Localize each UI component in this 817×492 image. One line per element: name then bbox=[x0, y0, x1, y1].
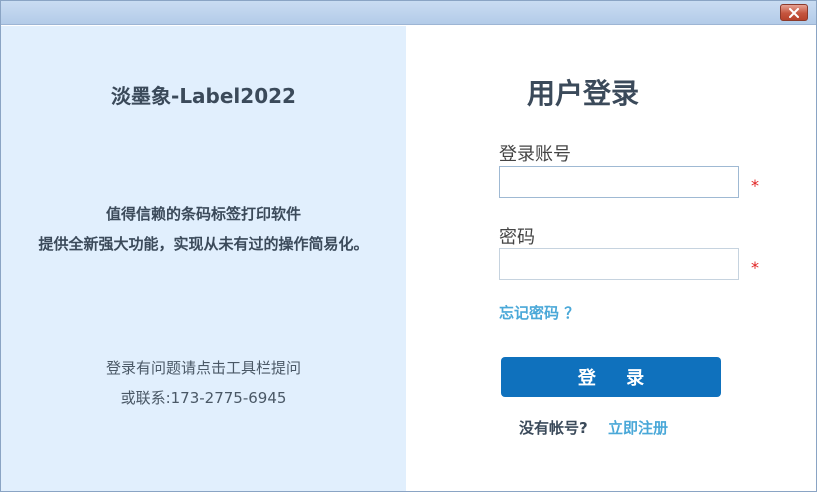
tagline-primary: 值得信赖的条码标签打印软件 bbox=[105, 205, 301, 223]
title-bar[interactable] bbox=[1, 1, 816, 25]
register-link[interactable]: 立即注册 bbox=[608, 417, 668, 438]
login-panel: 用户登录 登录账号 * 密码 * 忘记密码 ？ 登 录 没有帐号? 立即注册 bbox=[406, 26, 816, 491]
password-required-mark: * bbox=[751, 258, 759, 277]
password-label: 密码 bbox=[499, 227, 535, 248]
forgot-password-link[interactable]: 忘记密码 ？ bbox=[499, 302, 579, 323]
info-panel: 淡墨象-Label2022 值得信赖的条码标签打印软件 提供全新强大功能，实现从… bbox=[1, 26, 406, 491]
app-title: 淡墨象-Label2022 bbox=[111, 84, 296, 108]
password-input[interactable] bbox=[499, 248, 739, 280]
no-account-text: 没有帐号? bbox=[519, 419, 588, 437]
login-button[interactable]: 登 录 bbox=[501, 357, 721, 397]
tagline-secondary: 提供全新强大功能，实现从未有过的操作简易化。 bbox=[38, 235, 369, 253]
login-title: 用户登录 bbox=[527, 77, 640, 110]
help-text: 登录有问题请点击工具栏提问 bbox=[105, 359, 301, 377]
close-button[interactable] bbox=[780, 4, 808, 21]
close-icon bbox=[789, 7, 799, 18]
account-required-mark: * bbox=[751, 176, 759, 195]
contact-text: 或联系:173-2775-6945 bbox=[120, 389, 287, 407]
account-input[interactable] bbox=[499, 166, 739, 198]
account-label: 登录账号 bbox=[499, 144, 571, 165]
login-window: 淡墨象-Label2022 值得信赖的条码标签打印软件 提供全新强大功能，实现从… bbox=[0, 0, 817, 492]
